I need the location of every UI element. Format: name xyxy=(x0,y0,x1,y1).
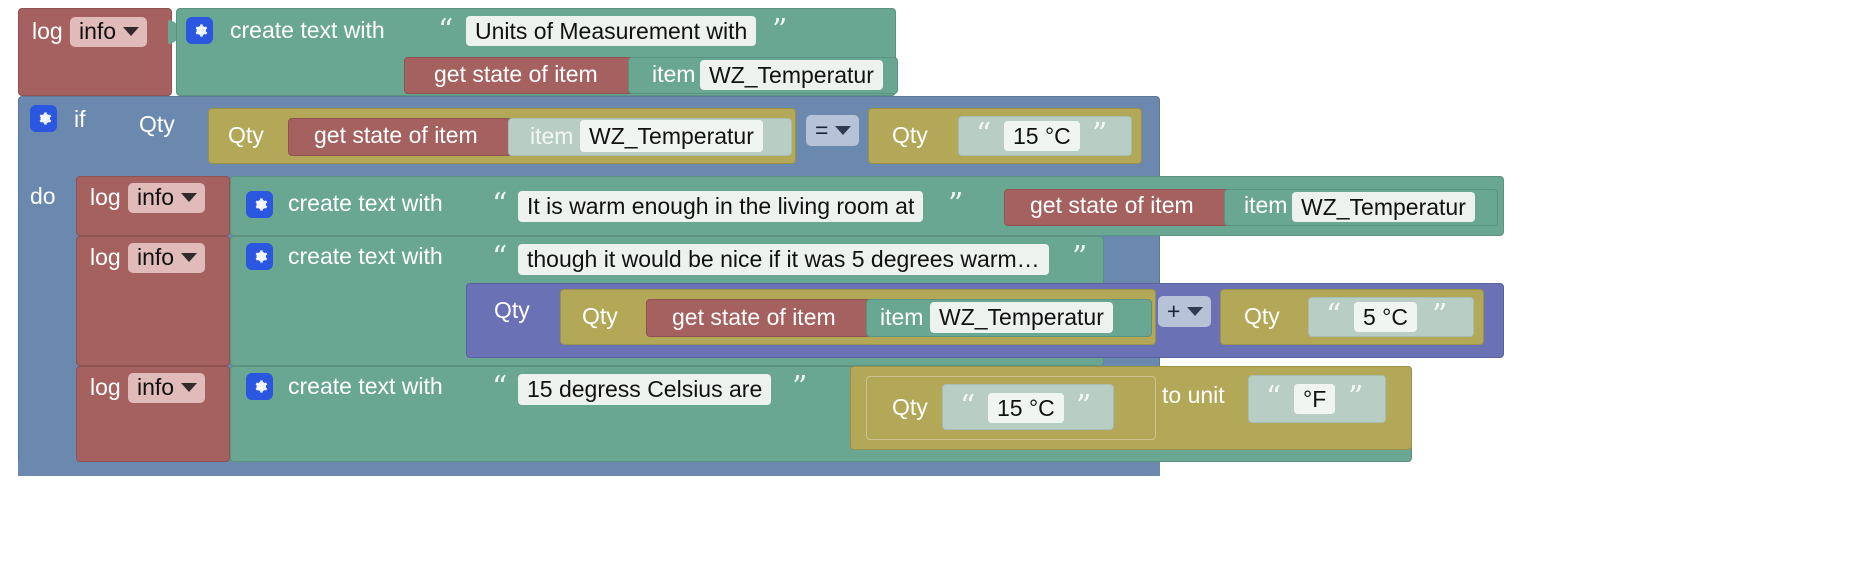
log-level-value-1: info xyxy=(79,18,117,44)
qty-right-label-math: Qty xyxy=(1244,303,1280,329)
quote-open-icon-6: “ xyxy=(492,370,508,405)
chevron-down-icon xyxy=(181,383,198,392)
quote-open-icon-4: “ xyxy=(492,240,508,275)
log-level-dropdown-2[interactable]: info xyxy=(128,183,206,213)
quote-open-icon-7: “ xyxy=(960,389,976,424)
gear-icon[interactable] xyxy=(246,191,273,218)
if-label: if xyxy=(74,106,86,132)
if-block-inner-gap xyxy=(18,462,1160,476)
item-label-3: item xyxy=(1244,192,1288,218)
item-label-4: item xyxy=(880,304,924,330)
log-level-value-2: info xyxy=(137,184,175,210)
quote-close-icon-4: ” xyxy=(1072,240,1088,275)
chevron-down-icon xyxy=(835,125,852,135)
log-level-dropdown-1[interactable]: info xyxy=(70,17,148,47)
quote-close-icon-2: ” xyxy=(1092,117,1108,152)
qty-value-field[interactable]: 15 °C xyxy=(988,393,1064,423)
get-state-label-4: get state of item xyxy=(672,304,836,330)
gear-icon[interactable] xyxy=(30,105,57,132)
log-label-3: log xyxy=(90,244,121,270)
item-name-field-2[interactable]: WZ_Temperatur xyxy=(580,120,763,152)
if-block-tail xyxy=(18,462,128,476)
gear-icon[interactable] xyxy=(186,17,213,44)
create-text-label-1: create text with xyxy=(230,17,385,43)
quote-open-icon-2: “ xyxy=(976,117,992,152)
create-text-label-4: create text with xyxy=(288,373,443,399)
create-text-label-3: create text with xyxy=(288,243,443,269)
log-label-2: log xyxy=(90,184,121,210)
quote-open-icon-5: “ xyxy=(1326,298,1342,333)
chevron-down-icon xyxy=(1187,306,1204,316)
gear-icon[interactable] xyxy=(246,243,273,270)
unit-value-field[interactable]: °F xyxy=(1294,384,1336,414)
log-level-dropdown-3[interactable]: info xyxy=(128,243,206,273)
compare-value-field[interactable]: 15 °C xyxy=(1004,121,1080,151)
comparison-operator-value: = xyxy=(815,116,829,143)
blockly-workspace[interactable]: log info create text with “ Units of Mea… xyxy=(0,0,1868,577)
item-name-field-1[interactable]: WZ_Temperatur xyxy=(700,60,883,90)
quote-open-icon-8: “ xyxy=(1266,380,1282,415)
quote-close-icon-1: ” xyxy=(772,13,788,48)
qty-inner-label-math: Qty xyxy=(582,303,618,329)
quote-open-icon-3: “ xyxy=(492,187,508,222)
comparison-operator-dropdown[interactable]: = xyxy=(806,115,860,146)
qty-outer-label-if: Qty xyxy=(139,111,175,137)
to-unit-label: to unit xyxy=(1162,382,1225,408)
log-label-1: log xyxy=(32,18,63,44)
quote-close-icon-6: ” xyxy=(792,370,808,405)
chevron-down-icon xyxy=(123,27,140,36)
log-label-4: log xyxy=(90,374,121,400)
text-field-4[interactable]: 15 degress Celsius are xyxy=(518,374,772,405)
quote-close-icon-3: ” xyxy=(948,187,964,222)
chevron-down-icon xyxy=(181,193,198,202)
math-operator-dropdown[interactable]: + xyxy=(1158,296,1212,327)
text-field-1[interactable]: Units of Measurement with xyxy=(466,16,757,46)
quote-close-icon-8: ” xyxy=(1348,380,1364,415)
math-operator-value: + xyxy=(1167,297,1181,324)
qty-outer-label-math: Qty xyxy=(494,297,530,323)
log-level-dropdown-4[interactable]: info xyxy=(128,373,206,403)
qty-inner-label-if: Qty xyxy=(228,122,264,148)
log-level-value-4: info xyxy=(137,374,175,400)
quote-open-icon-1: “ xyxy=(438,13,454,48)
gear-icon[interactable] xyxy=(246,373,273,400)
log-level-value-3: info xyxy=(137,244,175,270)
do-label: do xyxy=(30,183,56,209)
text-field-3[interactable]: though it would be nice if it was 5 degr… xyxy=(518,244,1049,275)
item-name-field-4[interactable]: WZ_Temperatur xyxy=(930,302,1113,333)
item-name-field-3[interactable]: WZ_Temperatur xyxy=(1292,192,1475,222)
text-field-2[interactable]: It is warm enough in the living room at xyxy=(518,191,924,222)
get-state-label-1: get state of item xyxy=(434,61,598,87)
get-state-label-3: get state of item xyxy=(1030,192,1194,218)
item-label-2: item xyxy=(530,123,574,149)
item-label-1: item xyxy=(652,61,696,87)
create-text-label-2: create text with xyxy=(288,190,443,216)
qty-right-label-if: Qty xyxy=(892,122,928,148)
quote-close-icon-7: ” xyxy=(1076,389,1092,424)
get-state-label-2: get state of item xyxy=(314,122,478,148)
chevron-down-icon xyxy=(181,253,198,262)
addend-value-field[interactable]: 5 °C xyxy=(1354,302,1417,332)
qty-label-convert: Qty xyxy=(892,394,928,420)
quote-close-icon-5: ” xyxy=(1432,298,1448,333)
